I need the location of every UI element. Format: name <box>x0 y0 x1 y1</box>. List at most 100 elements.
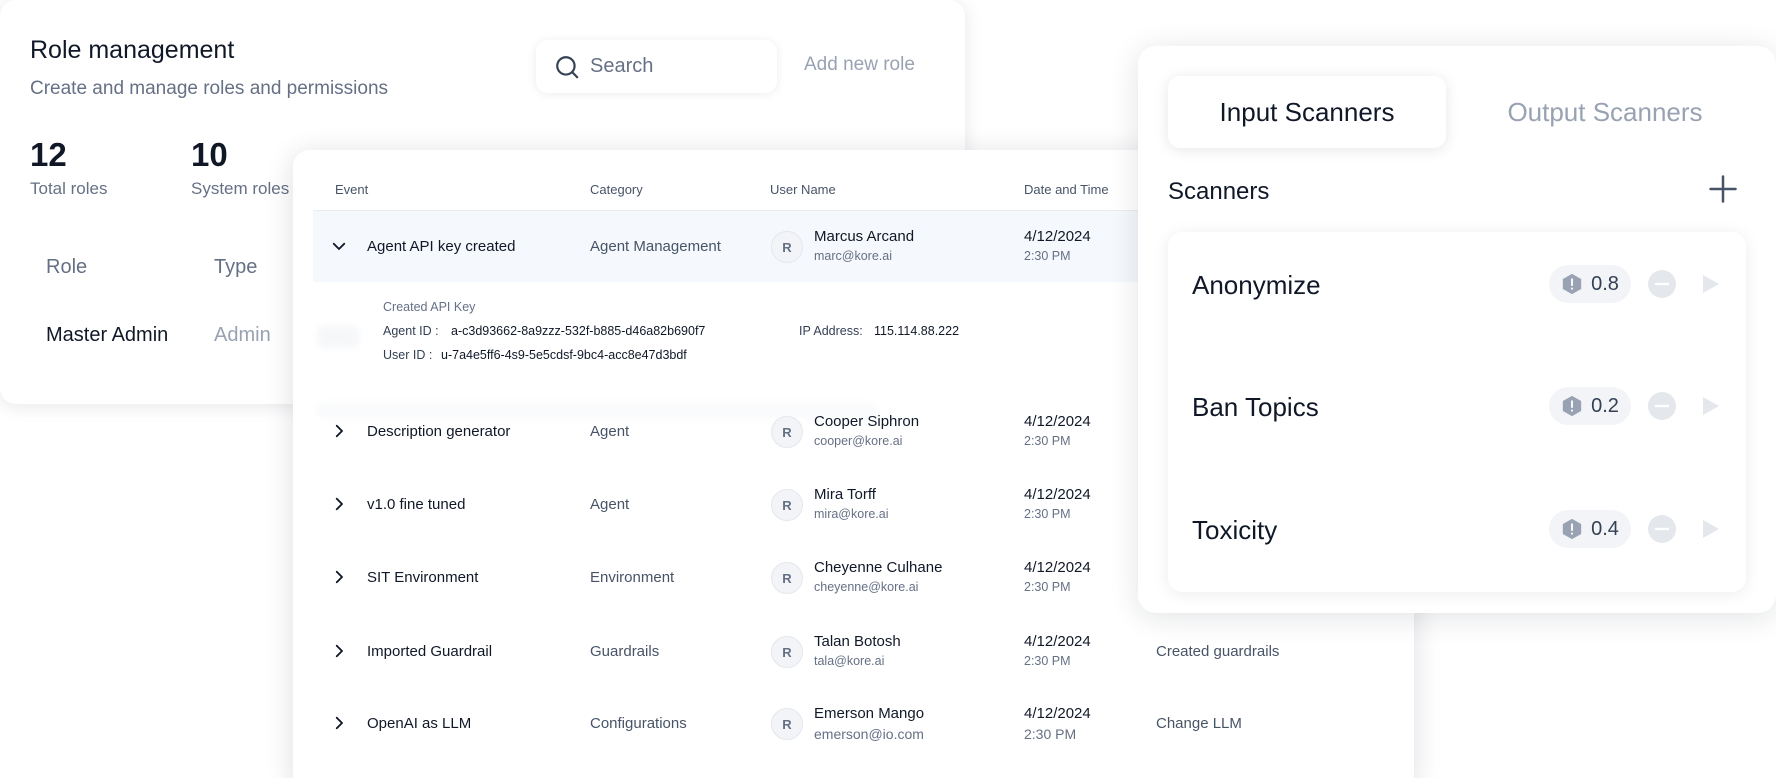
column-header-category: Category <box>590 182 643 197</box>
column-header-event: Event <box>335 182 369 197</box>
scanner-item[interactable]: Ban Topics 0.2 <box>1168 354 1746 464</box>
scanner-threshold: 0.4 <box>1591 517 1619 540</box>
user-email: cooper@kore.ai <box>814 434 903 448</box>
tab-output-scanners[interactable]: Output Scanners <box>1466 76 1744 148</box>
blurred-placeholder <box>317 326 359 348</box>
event-date: 4/12/2024 <box>1024 413 1091 430</box>
event-time: 2:30 PM <box>1024 249 1071 263</box>
play-icon[interactable] <box>1698 272 1722 296</box>
search-icon <box>556 55 579 79</box>
event-date: 4/12/2024 <box>1024 705 1091 722</box>
event-category: Environment <box>590 569 675 586</box>
role-name-cell[interactable]: Master Admin <box>46 324 168 347</box>
column-header-user-name: User Name <box>770 182 836 197</box>
user-name: Cheyenne Culhane <box>814 559 943 576</box>
avatar: R <box>771 708 803 740</box>
scanner-name: Anonymize <box>1192 270 1321 300</box>
remove-icon[interactable] <box>1648 515 1676 543</box>
agent-id-value: a-c3d93662-8a9zzz-532f-b885-d46a82b690f7 <box>451 324 706 338</box>
scanners-heading: Scanners <box>1168 178 1270 205</box>
chevron-right-icon[interactable] <box>330 568 348 586</box>
alert-hexagon-icon <box>1562 395 1582 417</box>
alert-hexagon-icon <box>1562 518 1582 540</box>
avatar: R <box>771 489 803 521</box>
avatar: R <box>771 416 803 448</box>
user-id-label: User ID : <box>383 348 433 362</box>
user-email: cheyenne@kore.ai <box>814 580 919 594</box>
event-category: Agent <box>590 423 630 440</box>
user-email: emerson@io.com <box>814 726 924 742</box>
table-row[interactable]: Imported Guardrail Guardrails R Talan Bo… <box>293 616 1414 688</box>
search-box[interactable] <box>536 40 777 93</box>
scanner-name: Ban Topics <box>1192 392 1319 422</box>
add-scanner-icon[interactable] <box>1708 174 1738 204</box>
event-category: Guardrails <box>590 643 660 660</box>
scanner-threshold-badge: 0.8 <box>1549 265 1631 303</box>
event-name: OpenAI as LLM <box>367 715 472 732</box>
user-email: mira@kore.ai <box>814 507 889 521</box>
stat-label: Total roles <box>30 179 108 198</box>
scanner-item[interactable]: Anonymize 0.8 <box>1168 232 1746 342</box>
chevron-right-icon[interactable] <box>330 642 348 660</box>
remove-icon[interactable] <box>1648 392 1676 420</box>
event-date: 4/12/2024 <box>1024 559 1091 576</box>
stat-value: 10 <box>191 136 228 173</box>
scanner-name: Toxicity <box>1192 515 1278 545</box>
event-name: Description generator <box>367 423 511 440</box>
column-header-role: Role <box>46 256 88 278</box>
search-input[interactable] <box>590 55 750 78</box>
table-row[interactable]: OpenAI as LLM Configurations R Emerson M… <box>293 688 1414 760</box>
event-name: Imported Guardrail <box>367 643 493 660</box>
scanner-threshold: 0.8 <box>1591 272 1619 295</box>
details-caption: Created API Key <box>383 300 476 314</box>
user-name: Mira Torff <box>814 486 876 503</box>
stat-system-roles: 10 System roles <box>191 138 289 199</box>
user-name: Emerson Mango <box>814 705 925 722</box>
event-category: Agent Management <box>590 238 721 255</box>
avatar: R <box>771 636 803 668</box>
scanner-list: Anonymize 0.8 Ban Topics 0.2 Toxicity 0.… <box>1168 232 1746 592</box>
chevron-right-icon[interactable] <box>330 495 348 513</box>
role-type-cell: Admin <box>214 324 271 346</box>
play-icon[interactable] <box>1698 394 1722 418</box>
user-email: marc@kore.ai <box>814 249 892 263</box>
user-name: Talan Botosh <box>814 633 901 650</box>
event-action: Change LLM <box>1156 715 1242 732</box>
event-category: Agent <box>590 496 630 513</box>
play-icon[interactable] <box>1698 517 1722 541</box>
user-name: Cooper Siphron <box>814 413 920 430</box>
scanner-item[interactable]: Toxicity 0.4 <box>1168 477 1746 587</box>
chevron-down-icon[interactable] <box>330 237 348 255</box>
event-name: SIT Environment <box>367 569 479 586</box>
scanner-threshold: 0.2 <box>1591 394 1619 417</box>
tab-input-scanners[interactable]: Input Scanners <box>1168 76 1446 148</box>
event-time: 2:30 PM <box>1024 580 1071 594</box>
alert-hexagon-icon <box>1562 273 1582 295</box>
agent-id-label: Agent ID : <box>383 324 439 338</box>
column-header-type: Type <box>214 256 258 278</box>
scanner-threshold-badge: 0.2 <box>1549 387 1631 425</box>
ip-address-value: 115.114.88.222 <box>874 324 960 338</box>
event-time: 2:30 PM <box>1024 507 1071 521</box>
stat-label: System roles <box>191 179 290 198</box>
event-date: 4/12/2024 <box>1024 228 1091 245</box>
avatar: R <box>771 231 803 263</box>
page-subtitle: Create and manage roles and permissions <box>30 78 389 99</box>
add-new-role-button[interactable]: Add new role <box>804 54 915 76</box>
user-email: tala@kore.ai <box>814 654 885 668</box>
stat-value: 12 <box>30 136 67 173</box>
event-date: 4/12/2024 <box>1024 633 1091 650</box>
ip-address-label: IP Address: <box>799 324 863 338</box>
remove-icon[interactable] <box>1648 270 1676 298</box>
avatar: R <box>771 562 803 594</box>
chevron-right-icon[interactable] <box>330 714 348 732</box>
event-category: Configurations <box>590 715 687 732</box>
chevron-right-icon[interactable] <box>330 422 348 440</box>
event-action: Created guardrails <box>1156 643 1280 660</box>
event-date: 4/12/2024 <box>1024 486 1091 503</box>
scanners-card: Input Scanners Output Scanners Scanners … <box>1138 46 1776 613</box>
event-name: Agent API key created <box>367 238 516 255</box>
column-header-date-time: Date and Time <box>1024 182 1109 197</box>
event-time: 2:30 PM <box>1024 654 1071 668</box>
event-time: 2:30 PM <box>1024 726 1077 742</box>
